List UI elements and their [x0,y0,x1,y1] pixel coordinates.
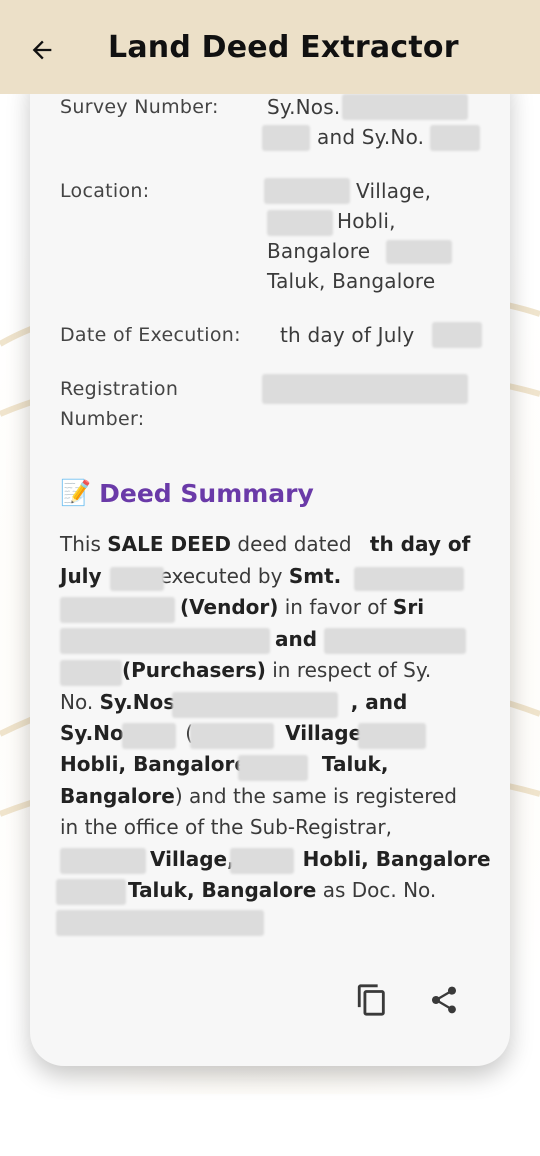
redacted-text [60,597,175,623]
location-line-1: Village, [356,179,432,203]
redacted-text [324,628,466,654]
redacted-text [430,125,480,151]
summary-line-5: (Purchasers) in respect of Sy. [122,658,432,682]
deed-summary-title: Deed Summary [99,478,314,508]
redacted-text [60,660,122,686]
arrow-back-icon[interactable] [26,34,58,66]
copy-icon[interactable] [354,982,390,1018]
app-bar: Land Deed Extractor [0,0,540,94]
redacted-text [60,628,270,654]
redacted-text [386,240,452,264]
redacted-text [122,723,176,749]
summary-line-2: July executed by Smt. [60,564,342,588]
summary-line-12: Taluk, Bangalore as Doc. No. [128,878,437,902]
location-line-2: Hobli, [337,209,396,233]
redacted-doc-number [56,910,264,936]
redacted-text [230,848,294,874]
redacted-text [354,567,464,591]
date-of-execution-label: Date of Execution: [60,324,241,346]
summary-line-9: Bangalore) and the same is registered [60,784,457,808]
redacted-text [267,210,333,236]
deed-summary-heading: 📝 Deed Summary [60,478,314,508]
memo-icon: 📝 [60,478,92,507]
redacted-text [238,755,308,781]
registration-number-label-line-1: Registration [60,378,179,400]
redacted-text [358,723,426,749]
redacted-registration-number [262,374,468,404]
redacted-text [110,567,164,591]
summary-line-4: and [275,627,318,651]
redacted-text [56,879,126,905]
survey-number-value-line-2: and Sy.No. [317,125,425,149]
location-label: Location: [60,180,150,202]
redacted-text [172,692,338,718]
redacted-text [190,723,274,749]
registration-number-label-line-2: Number: [60,408,145,430]
share-icon[interactable] [426,982,462,1018]
location-line-4: Taluk, Bangalore [267,269,436,293]
summary-line-1: This SALE DEED deed dated th day of [60,532,471,556]
redacted-text [60,848,146,874]
redacted-text [342,94,468,120]
redacted-text [262,125,310,151]
redacted-text [264,178,350,204]
summary-line-11: Village, Hobli, Bangalore [150,847,491,871]
page-title: Land Deed Extractor [108,30,459,65]
summary-line-10: in the office of the Sub-Registrar, [60,815,392,839]
summary-line-8: Hobli, Bangalore Taluk, [60,752,389,776]
survey-number-label: Survey Number: [60,96,219,118]
summary-line-3: (Vendor) in favor of Sri [180,595,425,619]
location-line-3: Bangalore [267,239,371,263]
deed-result-card: Survey Number: Sy.Nos. and Sy.No. Locati… [30,60,510,1066]
redacted-text [432,322,482,348]
